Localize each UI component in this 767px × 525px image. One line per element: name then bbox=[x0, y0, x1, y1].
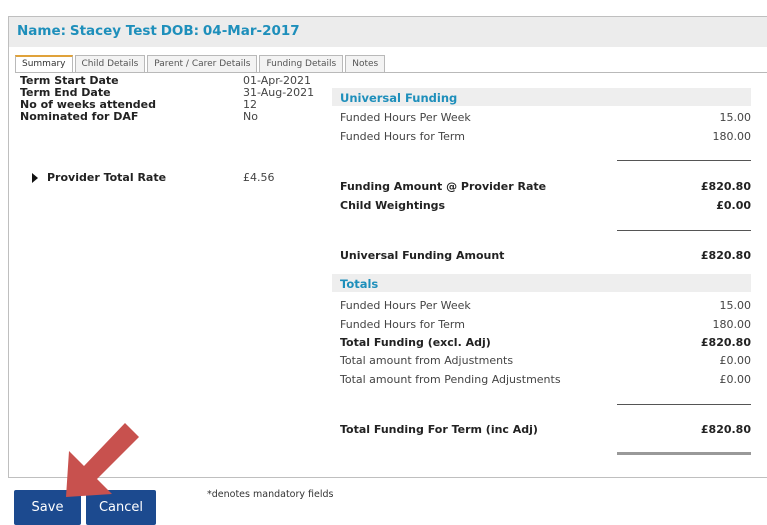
save-button[interactable]: Save bbox=[14, 490, 81, 525]
tab-divider bbox=[15, 72, 767, 73]
total-excl-row: Total Funding (excl. Adj) £820.80 bbox=[340, 336, 751, 352]
universal-hours-week-label: Funded Hours Per Week bbox=[340, 111, 471, 124]
universal-funding-heading: Universal Funding bbox=[332, 88, 751, 106]
tab-parent-carer-details[interactable]: Parent / Carer Details bbox=[147, 55, 258, 72]
total-excl-label: Total Funding (excl. Adj) bbox=[340, 336, 491, 349]
child-weightings-label: Child Weightings bbox=[340, 199, 446, 212]
totals-hours-week-label: Funded Hours Per Week bbox=[340, 299, 471, 312]
child-weightings-value: £0.00 bbox=[716, 199, 751, 212]
universal-amount-row: Universal Funding Amount £820.80 bbox=[340, 249, 751, 265]
name-label: Name: bbox=[17, 23, 67, 39]
grand-total-rule bbox=[617, 452, 751, 455]
funding-amount-value: £820.80 bbox=[700, 180, 751, 193]
adjustments-value: £0.00 bbox=[719, 354, 752, 367]
tab-summary[interactable]: Summary bbox=[15, 55, 73, 72]
expand-triangle-icon[interactable] bbox=[32, 173, 38, 183]
dob-value: 04-Mar-2017 bbox=[202, 23, 300, 39]
tab-child-details[interactable]: Child Details bbox=[74, 55, 146, 72]
universal-hours-term-label: Funded Hours for Term bbox=[340, 130, 465, 143]
totals-hours-week-row: Funded Hours Per Week 15.00 bbox=[340, 299, 751, 315]
form-footer: Save Cancel *denotes mandatory fields bbox=[0, 478, 767, 525]
name-value: Stacey Test bbox=[69, 23, 157, 39]
pending-adjustments-label: Total amount from Pending Adjustments bbox=[340, 373, 561, 386]
record-title: Name: Stacey Test DOB: 04-Mar-2017 bbox=[9, 17, 767, 47]
subtotal-rule bbox=[617, 404, 751, 405]
dob-label: DOB: bbox=[160, 23, 200, 39]
tab-notes[interactable]: Notes bbox=[345, 55, 386, 72]
totals-hours-term-row: Funded Hours for Term 180.00 bbox=[340, 318, 751, 334]
universal-amount-label: Universal Funding Amount bbox=[340, 249, 505, 262]
adjustments-label: Total amount from Adjustments bbox=[340, 354, 514, 367]
totals-heading: Totals bbox=[332, 274, 751, 292]
pending-adjustments-row: Total amount from Pending Adjustments £0… bbox=[340, 373, 751, 389]
total-inc-value: £820.80 bbox=[700, 423, 751, 436]
term-info: Term Start Date 01-Apr-2021 Term End Dat… bbox=[20, 75, 320, 123]
total-excl-value: £820.80 bbox=[700, 336, 751, 349]
provider-rate-value: £4.56 bbox=[243, 171, 275, 184]
pending-adjustments-value: £0.00 bbox=[719, 373, 752, 386]
mandatory-fields-note: *denotes mandatory fields bbox=[207, 489, 334, 500]
universal-hours-term-row: Funded Hours for Term 180.00 bbox=[340, 130, 751, 146]
daf-row: Nominated for DAF No bbox=[20, 111, 320, 123]
provider-rate-label: Provider Total Rate bbox=[47, 171, 167, 184]
subtotal-rule bbox=[617, 160, 751, 161]
universal-hours-week-row: Funded Hours Per Week 15.00 bbox=[340, 111, 751, 127]
cancel-button[interactable]: Cancel bbox=[86, 490, 156, 525]
totals-hours-week-value: 15.00 bbox=[719, 299, 752, 312]
subtotal-rule bbox=[617, 230, 751, 231]
adjustments-row: Total amount from Adjustments £0.00 bbox=[340, 354, 751, 370]
daf-label: Nominated for DAF bbox=[20, 110, 139, 123]
tab-funding-details[interactable]: Funding Details bbox=[259, 55, 344, 72]
child-weightings-row: Child Weightings £0.00 bbox=[340, 199, 751, 215]
totals-hours-term-label: Funded Hours for Term bbox=[340, 318, 465, 331]
universal-hours-week-value: 15.00 bbox=[719, 111, 752, 124]
totals-hours-term-value: 180.00 bbox=[712, 318, 752, 331]
tab-strip: Summary Child Details Parent / Carer Det… bbox=[15, 55, 387, 72]
universal-hours-term-value: 180.00 bbox=[712, 130, 752, 143]
total-inc-label: Total Funding For Term (inc Adj) bbox=[340, 423, 538, 436]
provider-rate-row[interactable]: Provider Total Rate £4.56 bbox=[20, 171, 320, 185]
daf-value: No bbox=[243, 110, 258, 123]
funding-amount-label: Funding Amount @ Provider Rate bbox=[340, 180, 547, 193]
universal-amount-value: £820.80 bbox=[700, 249, 751, 262]
funding-amount-row: Funding Amount @ Provider Rate £820.80 bbox=[340, 180, 751, 196]
total-inc-row: Total Funding For Term (inc Adj) £820.80 bbox=[340, 423, 751, 439]
